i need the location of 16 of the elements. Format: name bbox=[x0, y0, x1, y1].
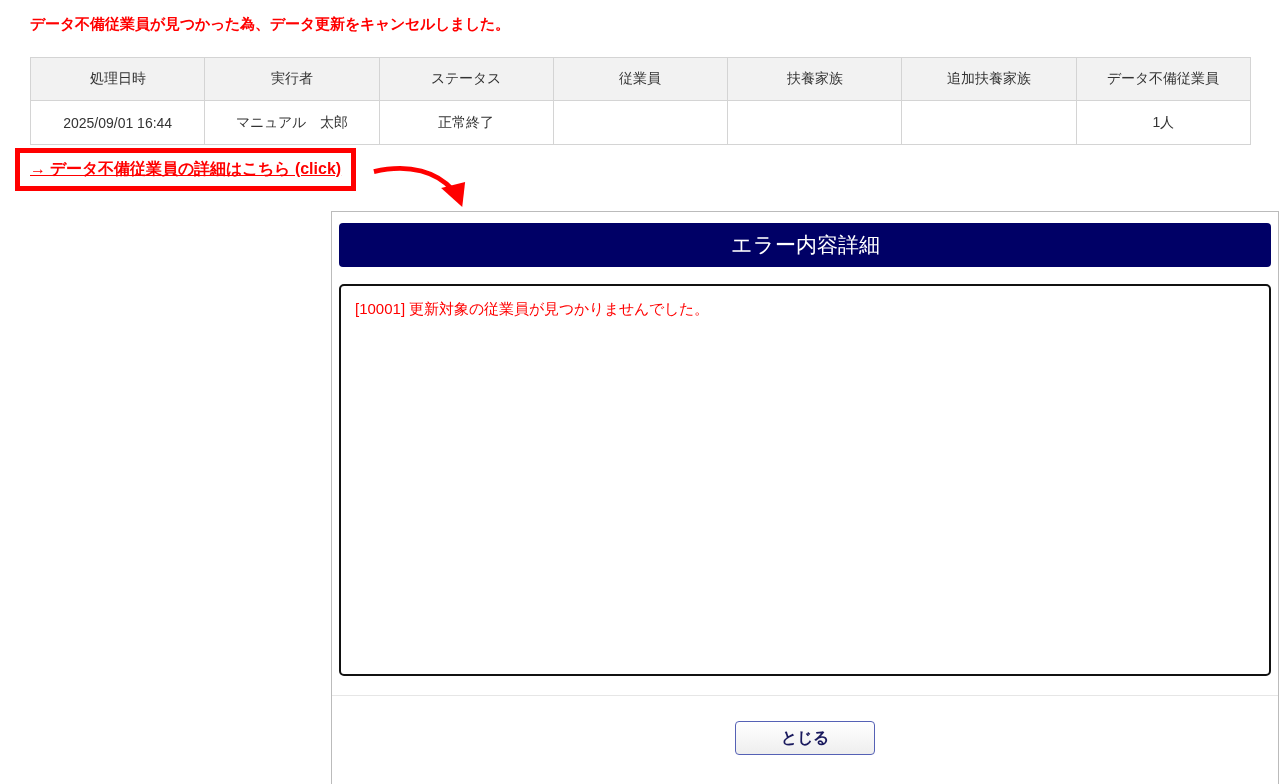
dialog-title-bar: エラー内容詳細 bbox=[339, 223, 1271, 267]
column-header: データ不備従業員 bbox=[1076, 57, 1251, 101]
detail-link[interactable]: → データ不備従業員の詳細はこちら (click) bbox=[30, 160, 342, 177]
column-header: 従業員 bbox=[553, 57, 728, 101]
column-header: 扶養家族 bbox=[727, 57, 902, 101]
table-cell: 2025/09/01 16:44 bbox=[30, 100, 205, 145]
column-header: ステータス bbox=[379, 57, 554, 101]
column-header: 処理日時 bbox=[30, 57, 205, 101]
table-cell: 正常終了 bbox=[379, 100, 554, 145]
error-message: データ不備従業員が見つかった為、データ更新をキャンセルしました。 bbox=[30, 14, 511, 34]
table-cell: マニュアル 太郎 bbox=[204, 100, 380, 145]
table-cell: 1人 bbox=[1076, 100, 1251, 145]
column-header: 追加扶養家族 bbox=[901, 57, 1077, 101]
error-text: [10001] 更新対象の従業員が見つかりませんでした。 bbox=[355, 300, 711, 319]
column-header: 実行者 bbox=[204, 57, 380, 101]
close-button[interactable]: とじる bbox=[735, 721, 875, 755]
